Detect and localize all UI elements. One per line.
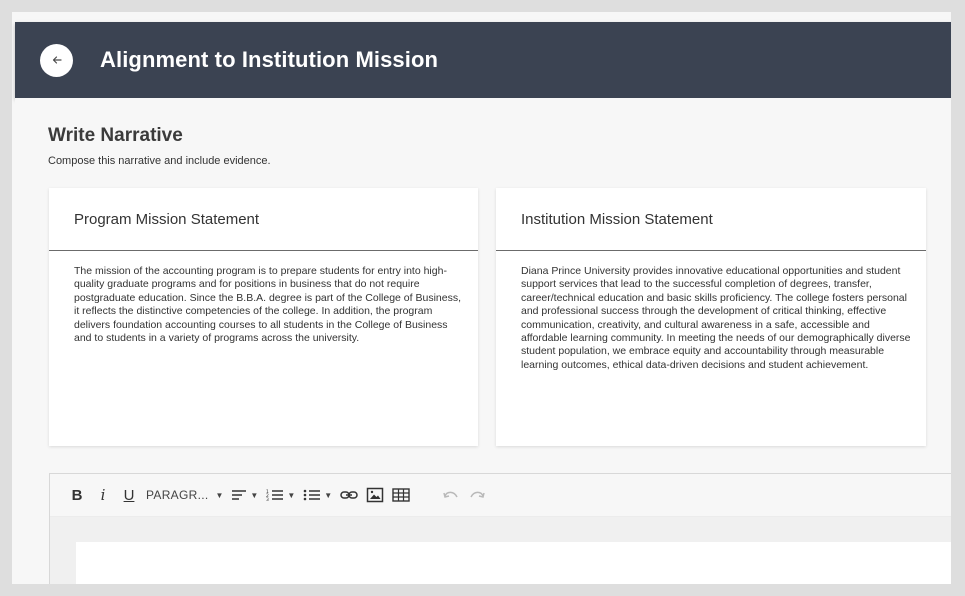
main-content: Write Narrative Compose this narrative a… [15, 98, 951, 584]
ordered-list-icon: 1 2 3 [266, 489, 284, 502]
section-title: Write Narrative [48, 125, 183, 146]
chevron-down-icon: ▼ [324, 490, 333, 500]
bullet-list-dropdown[interactable]: ▼ [303, 483, 332, 507]
section-subtitle: Compose this narrative and include evide… [48, 155, 271, 167]
chevron-down-icon: ▼ [250, 490, 259, 500]
narrative-editor: B i U PARAGR... ▼ ▼ 1 2 3 ▼ ▼ [49, 473, 951, 584]
redo-button[interactable] [468, 483, 486, 507]
chevron-down-icon: ▼ [287, 490, 296, 500]
image-button[interactable] [366, 483, 384, 507]
page-header: Alignment to Institution Mission [15, 22, 951, 98]
bold-button[interactable]: B [68, 483, 86, 507]
undo-icon [443, 491, 458, 498]
institution-mission-title: Institution Mission Statement [496, 188, 926, 251]
link-icon [340, 491, 358, 499]
svg-text:3: 3 [266, 497, 269, 502]
paragraph-label: PARAGR... [146, 488, 209, 502]
back-button[interactable] [40, 43, 73, 77]
table-button[interactable] [392, 483, 410, 507]
institution-mission-card: Institution Mission Statement Diana Prin… [496, 188, 926, 446]
align-dropdown[interactable]: ▼ [231, 483, 258, 507]
program-mission-card: Program Mission Statement The mission of… [49, 188, 478, 446]
image-icon [366, 487, 384, 503]
paragraph-dropdown[interactable]: PARAGR... ▼ [146, 483, 223, 507]
narrative-text-area[interactable] [76, 542, 951, 584]
undo-button[interactable] [442, 483, 460, 507]
institution-mission-text: Diana Prince University provides innovat… [521, 265, 911, 371]
chevron-down-icon: ▼ [215, 490, 224, 500]
table-icon [392, 488, 410, 502]
bullet-list-icon [303, 489, 321, 501]
program-mission-title: Program Mission Statement [49, 188, 478, 251]
italic-button[interactable]: i [94, 483, 112, 507]
page-title: Alignment to Institution Mission [100, 47, 439, 72]
underline-button[interactable]: U [120, 483, 138, 507]
ordered-list-dropdown[interactable]: 1 2 3 ▼ [266, 483, 295, 507]
redo-icon [470, 491, 485, 498]
link-button[interactable] [340, 483, 358, 507]
align-left-icon [232, 490, 247, 500]
editor-toolbar: B i U PARAGR... ▼ ▼ 1 2 3 ▼ ▼ [50, 474, 951, 517]
arrow-left-icon [52, 56, 62, 64]
app-frame: Alignment to Institution Mission Write N… [0, 0, 965, 596]
program-mission-text: The mission of the accounting program is… [74, 265, 461, 345]
